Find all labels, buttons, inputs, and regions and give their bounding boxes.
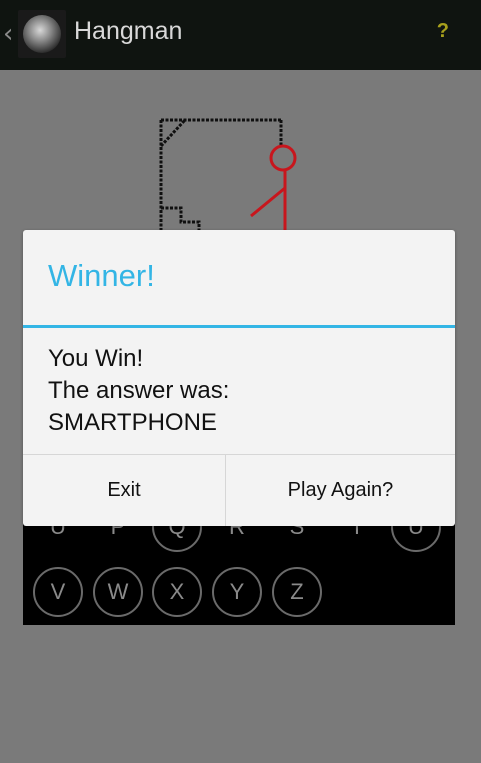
key-w[interactable]: W bbox=[93, 567, 143, 617]
play-again-button[interactable]: Play Again? bbox=[226, 455, 455, 526]
answer-word: SMARTPHONE bbox=[48, 409, 217, 436]
key-z[interactable]: Z bbox=[272, 567, 322, 617]
help-button[interactable]: ? bbox=[437, 20, 449, 43]
gallows-brace bbox=[159, 118, 187, 148]
chevron-left-icon[interactable]: ‹ bbox=[3, 18, 17, 50]
dialog-title: Winner! bbox=[48, 258, 155, 293]
dialog-message: You Win! The answer was: SMARTPHONE bbox=[48, 343, 229, 439]
key-y[interactable]: Y bbox=[212, 567, 262, 617]
hangman-drawing bbox=[23, 70, 455, 240]
winner-dialog: Winner! You Win! The answer was: SMARTPH… bbox=[23, 230, 455, 526]
key-v[interactable]: V bbox=[33, 567, 83, 617]
hangman-head bbox=[269, 144, 297, 172]
action-bar: ‹ Hangman ? bbox=[0, 0, 481, 70]
key-x[interactable]: X bbox=[152, 567, 202, 617]
hangman-ball-icon[interactable] bbox=[18, 10, 66, 58]
gallows-svg bbox=[159, 118, 297, 240]
dialog-title-divider bbox=[23, 325, 455, 328]
answer-label: The answer was: bbox=[48, 377, 230, 404]
app-title: Hangman bbox=[74, 17, 183, 45]
exit-button[interactable]: Exit bbox=[23, 455, 225, 526]
letter-keyboard: U P Q R S T U V W X Y Z bbox=[23, 502, 455, 625]
win-text: You Win! bbox=[48, 345, 144, 372]
hangman-left-arm bbox=[250, 186, 286, 218]
app-logo bbox=[23, 15, 61, 53]
